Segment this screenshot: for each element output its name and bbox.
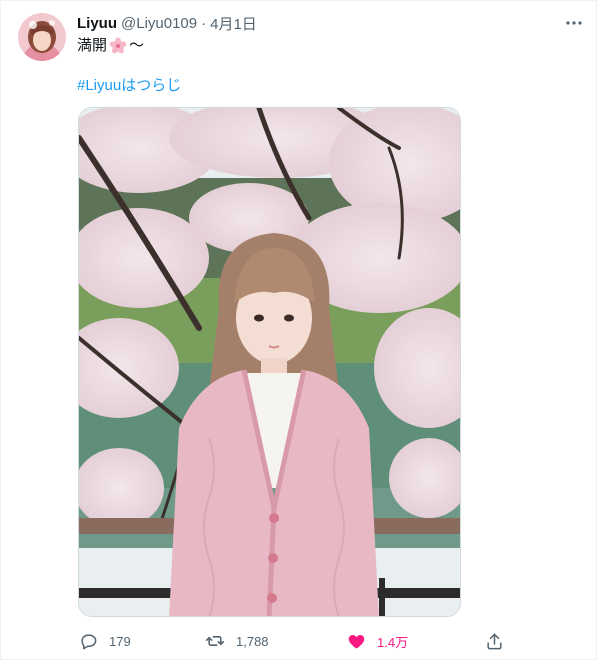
- like-count: 1.4万: [377, 634, 409, 650]
- more-icon: [566, 21, 582, 25]
- user-handle[interactable]: @Liyu0109: [121, 15, 197, 32]
- tweet-header: Liyuu @Liyu0109 · 4月1日: [77, 13, 257, 33]
- cherry-blossom-icon: [109, 37, 127, 54]
- hashtag-link[interactable]: #Liyuuはつらじ: [77, 76, 181, 96]
- more-options-button[interactable]: [562, 13, 586, 33]
- retweet-count: 1,788: [236, 633, 269, 649]
- separator-dot: ·: [201, 14, 207, 32]
- reply-count: 179: [109, 633, 131, 649]
- avatar[interactable]: [18, 13, 66, 61]
- retweet-button[interactable]: 1,788: [204, 629, 269, 653]
- reply-icon: [77, 630, 99, 652]
- tweet-date[interactable]: 4月1日: [210, 13, 257, 34]
- reply-button[interactable]: 179: [77, 629, 131, 653]
- tweet-text-suffix: ～: [129, 37, 145, 54]
- retweet-icon: [204, 630, 226, 652]
- tweet-actions: 179 1,788 1.4万: [77, 629, 507, 653]
- tweet-photo[interactable]: [78, 107, 461, 617]
- heart-icon: [345, 630, 367, 652]
- share-button[interactable]: [483, 629, 505, 653]
- like-button[interactable]: 1.4万: [345, 629, 408, 653]
- tweet-text-body: 満開: [77, 37, 108, 54]
- tweet-card[interactable]: Liyuu @Liyu0109 · 4月1日 満開 ～ #Liyuuはつらじ 1…: [0, 0, 597, 660]
- share-icon: [483, 630, 505, 652]
- display-name[interactable]: Liyuu: [77, 15, 117, 32]
- tweet-text: 満開 ～: [77, 36, 144, 56]
